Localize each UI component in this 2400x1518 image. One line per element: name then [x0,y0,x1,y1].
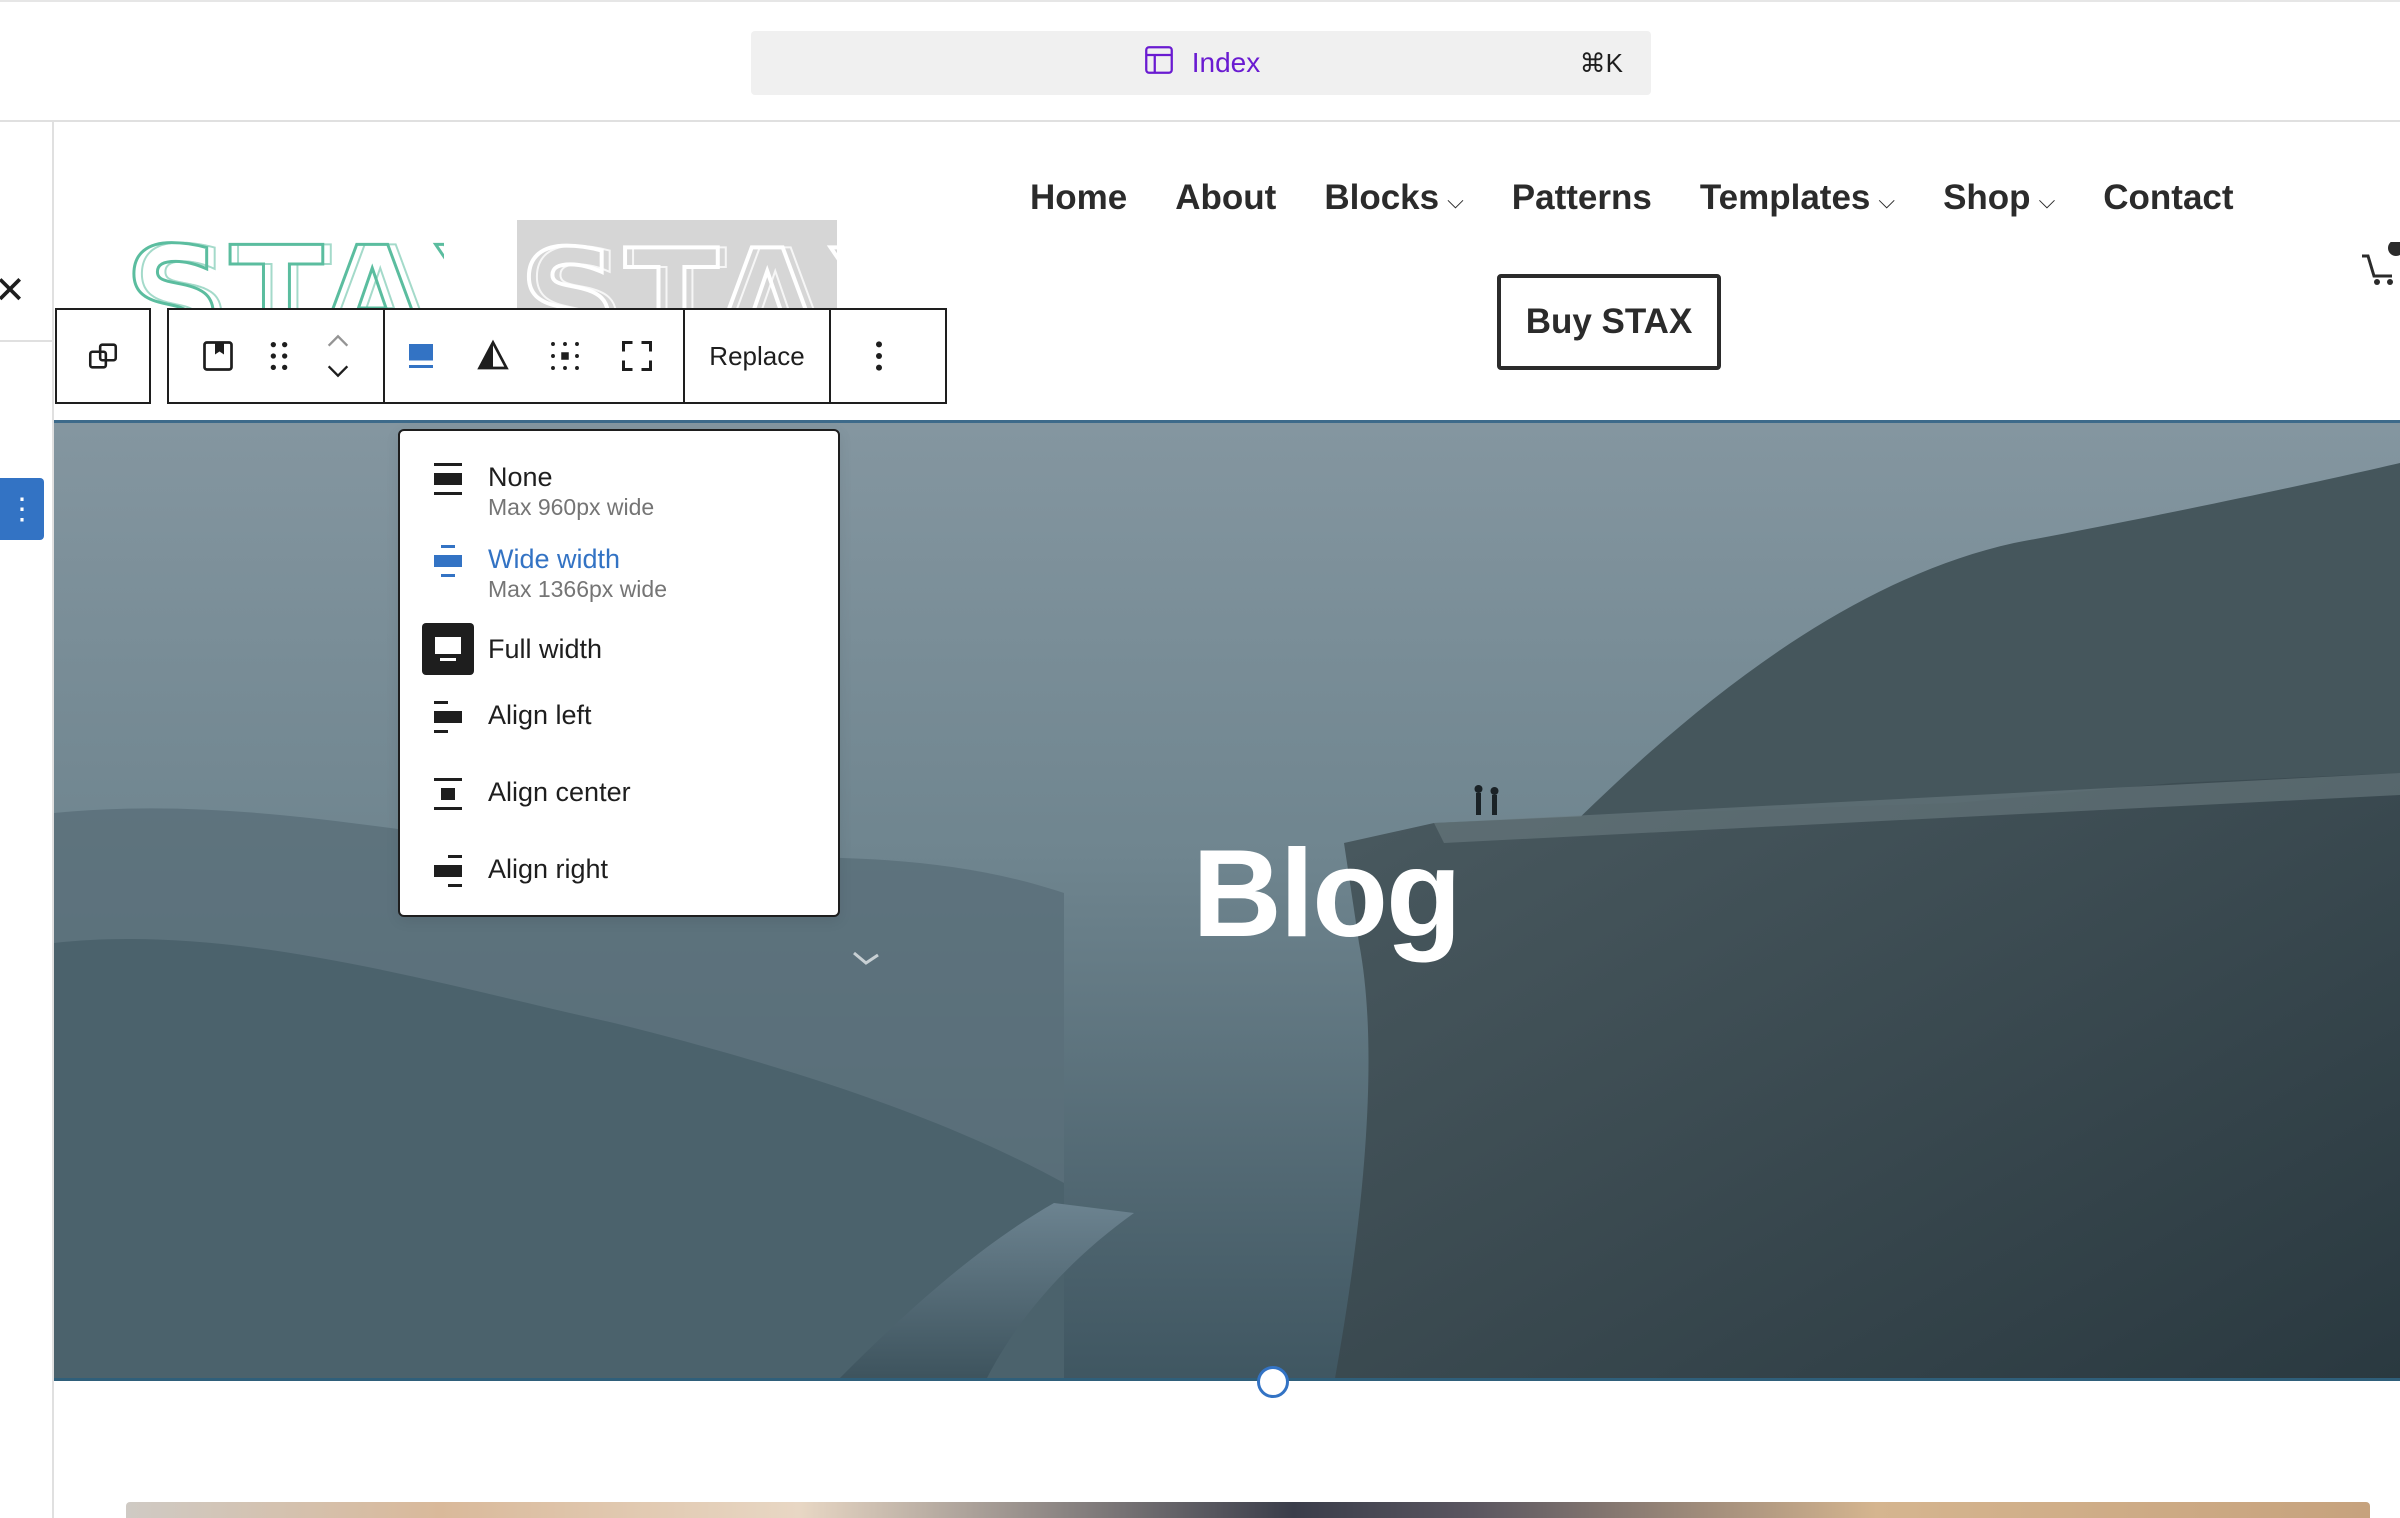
cart-icon[interactable] [2360,240,2400,297]
nav-item-templates[interactable]: Templates ⌵ [1700,178,1895,218]
replace-button[interactable]: Replace [685,310,829,402]
nav-item-contact[interactable]: Contact [2103,178,2233,218]
nav-item-about[interactable]: About [1175,178,1276,218]
drag-handle-icon[interactable] [251,310,307,402]
content-position-icon[interactable] [529,310,601,402]
align-left-icon [430,699,466,735]
align-full-icon[interactable] [385,310,457,402]
align-none-icon [430,461,466,497]
editor-top-bar: Index ⌘K [0,0,2400,122]
alignment-dropdown: None Max 960px wide Wide width Max 1366p… [398,429,840,917]
more-options-icon[interactable] [831,310,927,402]
align-option-left[interactable]: Align left [430,699,592,735]
align-option-full[interactable]: Full width [422,623,602,675]
move-up-icon[interactable] [324,330,352,352]
fullscreen-icon[interactable] [601,310,673,402]
chevron-down-icon: ⌵ [2038,188,2056,213]
nav-item-shop[interactable]: Shop ⌵ [1943,178,2055,218]
command-palette-button[interactable]: Index ⌘K [751,31,1651,95]
shortcut-hint: ⌘K [1579,48,1623,78]
template-icon [1142,43,1176,84]
align-full-width-icon [422,623,474,675]
svg-text:STAX: STAX [527,220,837,312]
site-logo[interactable]: STAX STAX [124,205,444,318]
align-wide-icon [430,543,466,579]
nav-item-patterns[interactable]: Patterns [1512,178,1652,218]
align-option-wide[interactable]: Wide width Max 1366px wide [430,543,667,603]
nav-item-blocks[interactable]: Blocks ⌵ [1324,178,1463,218]
align-option-center[interactable]: Align center [430,776,631,812]
divider [0,340,54,342]
move-down-icon[interactable] [324,360,352,382]
chevron-down-icon: ⌵ [1447,188,1464,213]
nav-item-home[interactable]: Home [1030,178,1127,218]
align-center-icon [430,776,466,812]
chevron-down-icon: ⌵ [1878,188,1896,213]
main-navigation: Home About Blocks ⌵ Patterns Templates ⌵ S… [1030,178,2282,218]
align-option-right[interactable]: Align right [430,853,608,889]
command-title: Index [1191,47,1261,78]
align-option-none[interactable]: None Max 960px wide [430,461,654,521]
move-buttons [307,310,369,402]
align-right-icon [430,853,466,889]
site-logo-placeholder[interactable]: STAX STAX [517,220,837,312]
left-panel-edge: ✕ ⋮ [0,122,54,1518]
close-icon[interactable]: ✕ [0,272,26,310]
buy-button[interactable]: Buy STAX [1497,274,1721,370]
block-transform-icon[interactable] [57,310,149,402]
svg-text:STAX: STAX [132,217,444,317]
post-featured-image[interactable] [126,1502,2370,1518]
block-toolbar: Replace [167,308,947,404]
cover-title[interactable]: Blog [1154,823,1498,965]
cover-resize-handle[interactable] [1257,1366,1289,1398]
list-view-toggle[interactable]: ⋮ [0,478,44,540]
featured-image-icon[interactable] [185,310,251,402]
duotone-icon[interactable] [457,310,529,402]
block-transform-group [55,308,151,404]
